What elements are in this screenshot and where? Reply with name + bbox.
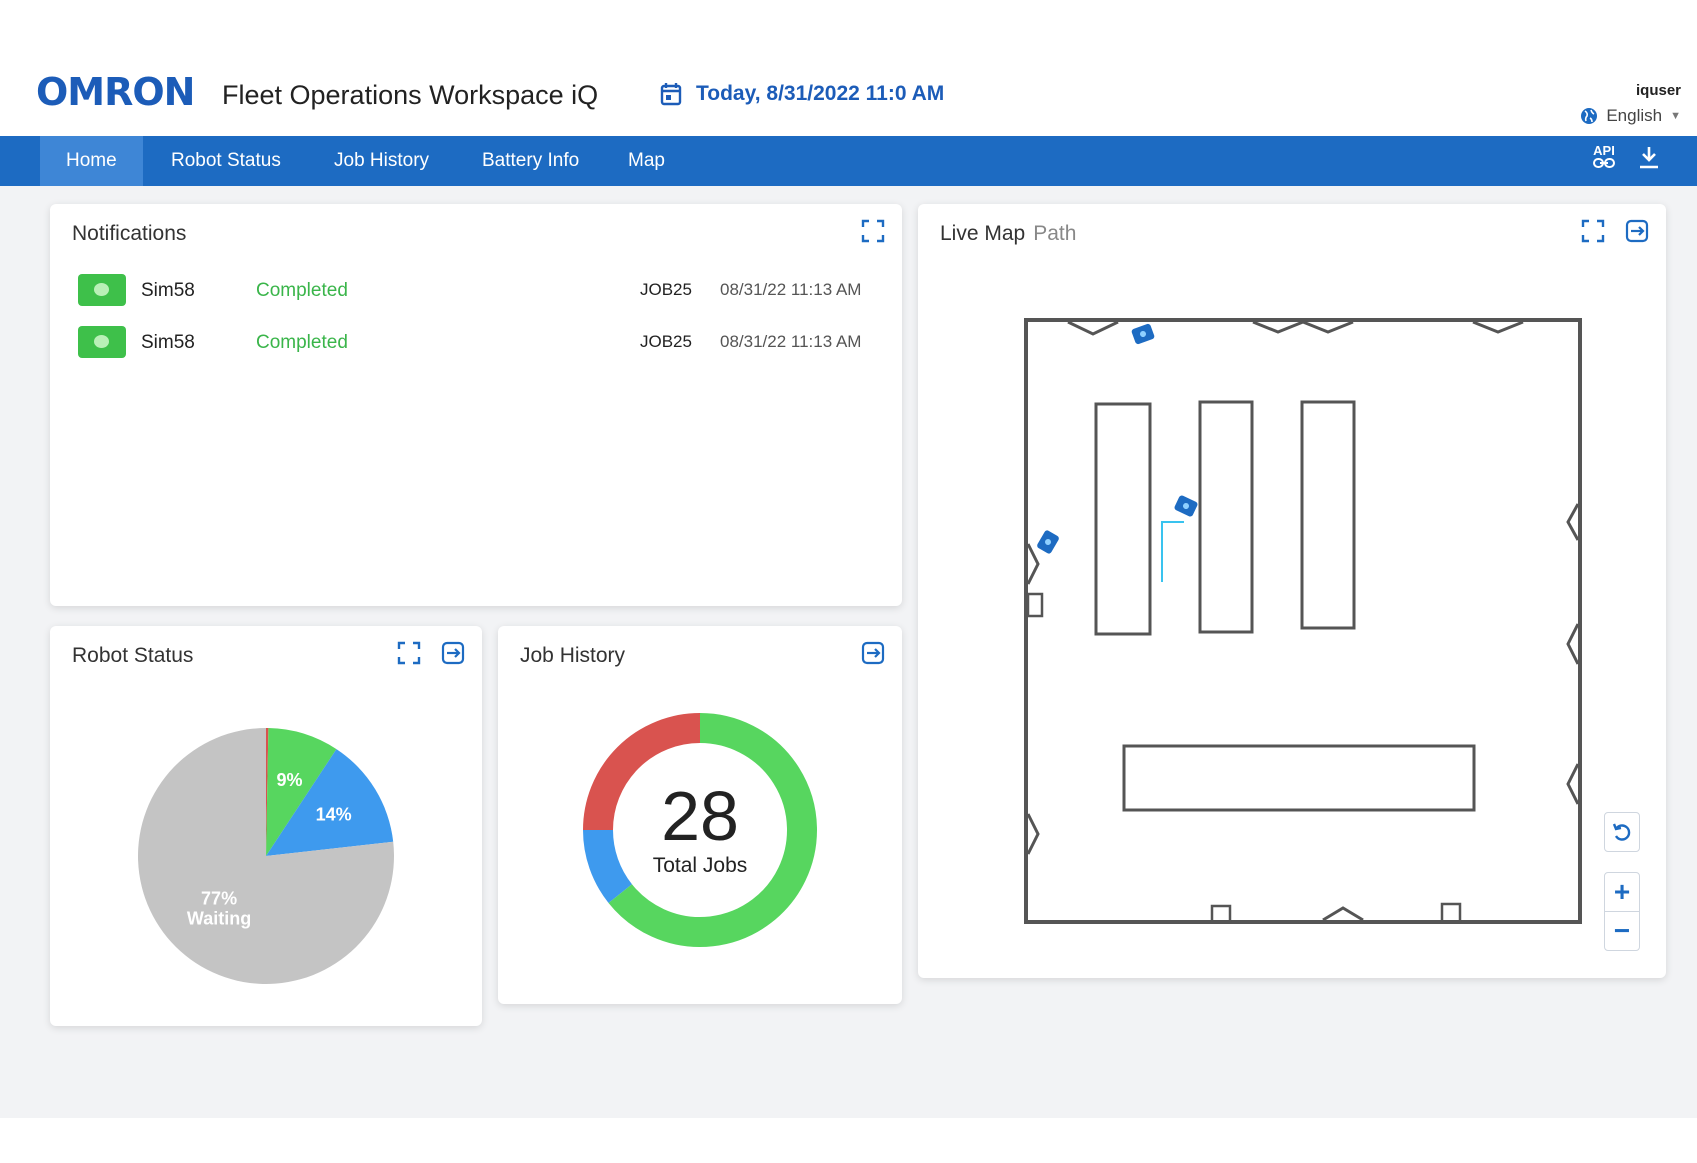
card-actions bbox=[860, 640, 886, 666]
map-wall-feature bbox=[1566, 503, 1580, 541]
pie-data-label: 77% bbox=[201, 888, 237, 908]
card-actions bbox=[860, 218, 886, 244]
export-icon[interactable] bbox=[440, 640, 466, 666]
date-text: Today, 8/31/2022 11:0 AM bbox=[696, 82, 945, 105]
robot-marker[interactable] bbox=[1174, 495, 1199, 518]
map-wall-feature bbox=[1566, 623, 1580, 665]
robot-name: Sim58 bbox=[141, 280, 195, 301]
map-wall-feature bbox=[1026, 592, 1044, 618]
map-wall-feature bbox=[1322, 906, 1364, 922]
expand-icon[interactable] bbox=[396, 640, 422, 666]
omron-logo: OMRON bbox=[36, 70, 195, 114]
map-wall-feature bbox=[1472, 320, 1524, 334]
job-history-donut-chart: 28 Total Jobs bbox=[583, 713, 817, 947]
robot-icon bbox=[78, 274, 126, 306]
map-shelf bbox=[1198, 400, 1254, 634]
zoom-out-button[interactable]: − bbox=[1604, 911, 1640, 951]
job-id: JOB25 bbox=[640, 280, 692, 299]
timestamp: 08/31/22 11:13 AM bbox=[720, 332, 862, 351]
job-status: Completed bbox=[256, 280, 348, 301]
floor-map[interactable] bbox=[918, 204, 1666, 978]
robot-status-title: Robot Status bbox=[72, 644, 194, 667]
list-item[interactable]: Sim58 Completed JOB25 08/31/22 11:13 AM bbox=[78, 272, 878, 312]
tab-map[interactable]: Map bbox=[602, 136, 691, 186]
robot-name: Sim58 bbox=[141, 332, 195, 353]
calendar-icon bbox=[660, 83, 682, 106]
nav-actions: API bbox=[1593, 144, 1661, 171]
map-wall-feature bbox=[1067, 320, 1119, 336]
list-item[interactable]: Sim58 Completed JOB25 08/31/22 11:13 AM bbox=[78, 324, 878, 364]
robot-path bbox=[1161, 521, 1184, 582]
notifications-card: Notifications Sim58 Completed JOB25 08/3… bbox=[50, 204, 902, 606]
job-history-title: Job History bbox=[520, 644, 626, 667]
robot-status-card: Robot Status 9% 14% 77% Waiting bbox=[50, 626, 482, 1026]
pie-data-label: 14% bbox=[316, 805, 352, 825]
map-shelf bbox=[1094, 402, 1152, 636]
robot-status-pie-chart: 9% 14% 77%Waiting bbox=[138, 728, 395, 984]
robot-marker[interactable] bbox=[1131, 323, 1155, 345]
map-wall-feature bbox=[1566, 763, 1580, 805]
donut-segment-blue[interactable] bbox=[583, 829, 633, 903]
date-display: Today, 8/31/2022 11:0 AM bbox=[660, 82, 944, 106]
globe-icon bbox=[1581, 108, 1598, 124]
link-icon bbox=[1593, 158, 1615, 168]
tab-home[interactable]: Home bbox=[40, 136, 143, 186]
reset-view-button[interactable] bbox=[1604, 812, 1640, 852]
robot-icon bbox=[78, 326, 126, 358]
total-jobs-value: 28 bbox=[661, 777, 739, 855]
job-status: Completed bbox=[256, 332, 348, 353]
pie-data-label: Waiting bbox=[187, 908, 251, 928]
expand-icon[interactable] bbox=[860, 218, 886, 244]
map-wall-feature bbox=[1026, 813, 1040, 855]
map-shelf bbox=[1300, 400, 1356, 630]
chevron-down-icon: ▼ bbox=[1670, 110, 1681, 122]
app-window: OMRON Fleet Operations Workspace iQ Toda… bbox=[0, 48, 1697, 1118]
map-wall-feature bbox=[1026, 543, 1040, 585]
language-select[interactable]: English ▼ bbox=[1580, 106, 1681, 126]
pie-data-label: 9% bbox=[276, 770, 302, 790]
map-wall-feature bbox=[1440, 902, 1462, 924]
card-actions bbox=[396, 640, 466, 666]
username[interactable]: iquser bbox=[1636, 82, 1681, 99]
minus-icon: − bbox=[1613, 915, 1631, 946]
live-map-card: Live Map Path + − bbox=[918, 204, 1666, 978]
plus-icon: + bbox=[1613, 876, 1631, 907]
map-shelf bbox=[1122, 744, 1476, 812]
tab-battery-info[interactable]: Battery Info bbox=[456, 136, 605, 186]
api-label: API bbox=[1593, 143, 1615, 158]
export-icon[interactable] bbox=[860, 640, 886, 666]
main-nav: Home Robot Status Job History Battery In… bbox=[0, 136, 1697, 186]
timestamp: 08/31/22 11:13 AM bbox=[720, 280, 862, 299]
tab-job-history[interactable]: Job History bbox=[308, 136, 455, 186]
app-title: Fleet Operations Workspace iQ bbox=[222, 80, 599, 110]
download-icon[interactable] bbox=[1637, 145, 1661, 171]
tab-robot-status[interactable]: Robot Status bbox=[145, 136, 307, 186]
header: OMRON Fleet Operations Workspace iQ Toda… bbox=[0, 48, 1697, 136]
rotate-icon bbox=[1612, 823, 1631, 841]
job-id: JOB25 bbox=[640, 332, 692, 351]
zoom-in-button[interactable]: + bbox=[1604, 872, 1640, 912]
total-jobs-label: Total Jobs bbox=[653, 854, 748, 877]
api-link-button[interactable]: API bbox=[1593, 144, 1615, 171]
notifications-title: Notifications bbox=[72, 222, 187, 245]
map-wall-feature bbox=[1210, 904, 1232, 924]
robot-marker[interactable] bbox=[1036, 529, 1060, 554]
map-wall-feature bbox=[1252, 320, 1354, 334]
job-history-card: Job History 28 Total Jobs bbox=[498, 626, 902, 1004]
language-label: English bbox=[1606, 106, 1663, 125]
